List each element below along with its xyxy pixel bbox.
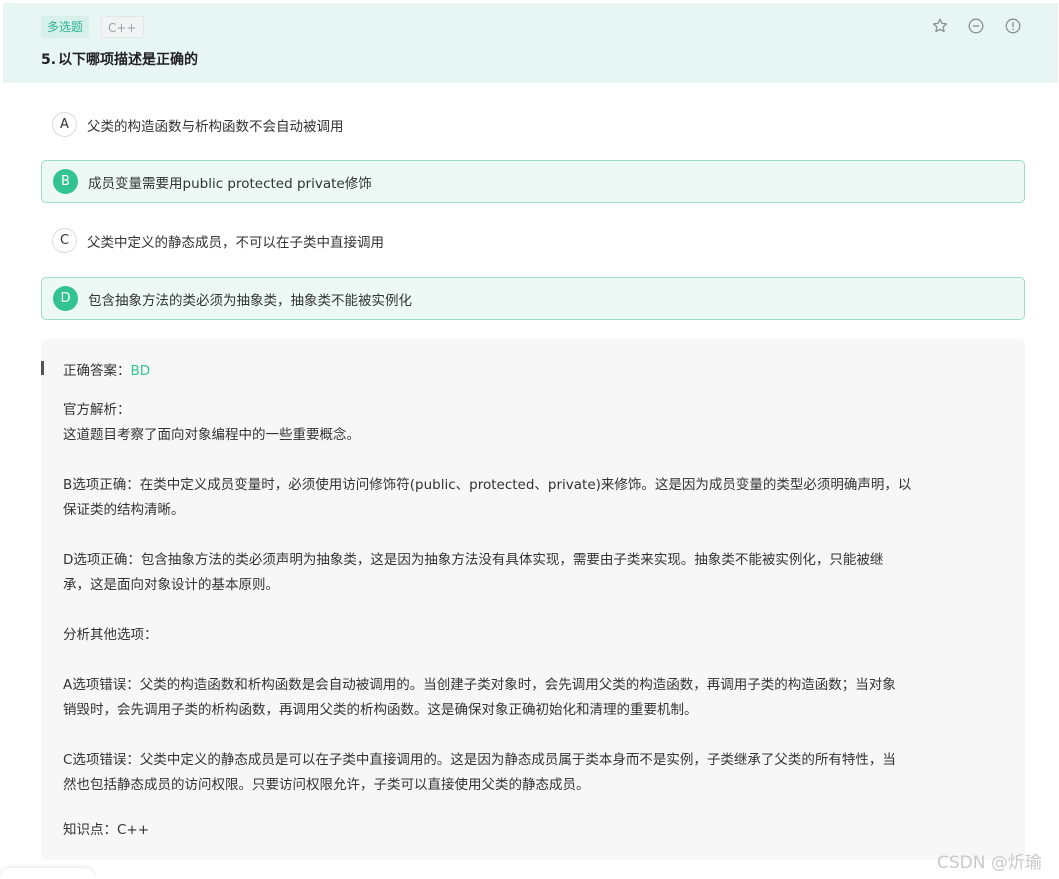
explanation-a-line2: 销毁时，会先调用子类的析构函数，再调用父类的析构函数。这是确保对象正确初始化和清…: [63, 702, 698, 718]
option-a-text: 父类的构造函数与析构函数不会自动被调用: [87, 118, 344, 135]
option-b-letter: B: [53, 169, 78, 194]
correct-answer-label: 正确答案：: [63, 363, 131, 379]
knowledge-point: 知识点：C++: [63, 822, 150, 838]
explanation-intro: 这道题目考察了面向对象编程中的一些重要概念。: [63, 427, 360, 443]
watermark: CSDN @炘瑜: [937, 853, 1042, 873]
question-type-tag: 多选题: [41, 16, 90, 38]
option-d-text: 包含抽象方法的类必须为抽象类，抽象类不能被实例化: [88, 292, 412, 309]
explanation-a-line1: A选项错误：父类的构造函数和析构函数是会自动被调用的。当创建子类对象时，会先调用…: [63, 677, 896, 693]
answer-accent-bar: [41, 361, 44, 375]
explanation-b-line1: B选项正确：在类中定义成员变量时，必须使用访问修饰符(public、protec…: [63, 477, 912, 493]
option-d-letter: D: [53, 286, 78, 311]
language-tag: C++: [101, 16, 144, 38]
option-b[interactable]: B 成员变量需要用public protected private修饰: [41, 160, 1025, 203]
star-icon[interactable]: [931, 17, 949, 35]
option-c-text: 父类中定义的静态成员，不可以在子类中直接调用: [87, 234, 384, 251]
info-circle-icon[interactable]: [1004, 17, 1022, 35]
explanation-d-line1: D选项正确：包含抽象方法的类必须声明为抽象类，这是因为抽象方法没有具体实现，需要…: [63, 552, 884, 568]
option-a-letter: A: [52, 112, 77, 137]
question-title: 5. 以下哪项描述是正确的: [41, 49, 198, 69]
question-header: 多选题 C++ 5. 以下哪项描述是正确的: [3, 3, 1058, 83]
option-c[interactable]: C 父类中定义的静态成员，不可以在子类中直接调用: [41, 219, 1025, 262]
answer-panel: 正确答案：BD 官方解析： 这道题目考察了面向对象编程中的一些重要概念。 B选项…: [41, 339, 1025, 860]
explanation-d-line2: 承，这是面向对象设计的基本原则。: [63, 577, 279, 593]
floating-corner-widget: [0, 868, 95, 879]
question-number: 5.: [41, 52, 57, 68]
correct-answer-value: BD: [130, 363, 151, 379]
question-text: 以下哪项描述是正确的: [58, 52, 199, 68]
official-explanation: 官方解析： 这道题目考察了面向对象编程中的一些重要概念。 B选项正确：在类中定义…: [63, 398, 1008, 798]
explanation-c-line1: C选项错误：父类中定义的静态成员是可以在子类中直接调用的。这是因为静态成员属于类…: [63, 752, 896, 768]
option-d[interactable]: D 包含抽象方法的类必须为抽象类，抽象类不能被实例化: [41, 277, 1025, 320]
correct-answer: 正确答案：BD: [63, 359, 150, 379]
option-c-letter: C: [52, 228, 77, 253]
option-b-text: 成员变量需要用public protected private修饰: [88, 175, 372, 192]
option-a[interactable]: A 父类的构造函数与析构函数不会自动被调用: [41, 103, 1025, 146]
explanation-c-line2: 然也包括静态成员的访问权限。只要访问权限允许，子类可以直接使用父类的静态成员。: [63, 777, 590, 793]
minus-circle-icon[interactable]: [967, 17, 985, 35]
explanation-b-line2: 保证类的结构清晰。: [63, 502, 185, 518]
explanation-others: 分析其他选项：: [63, 627, 158, 643]
explanation-heading: 官方解析：: [63, 402, 131, 418]
